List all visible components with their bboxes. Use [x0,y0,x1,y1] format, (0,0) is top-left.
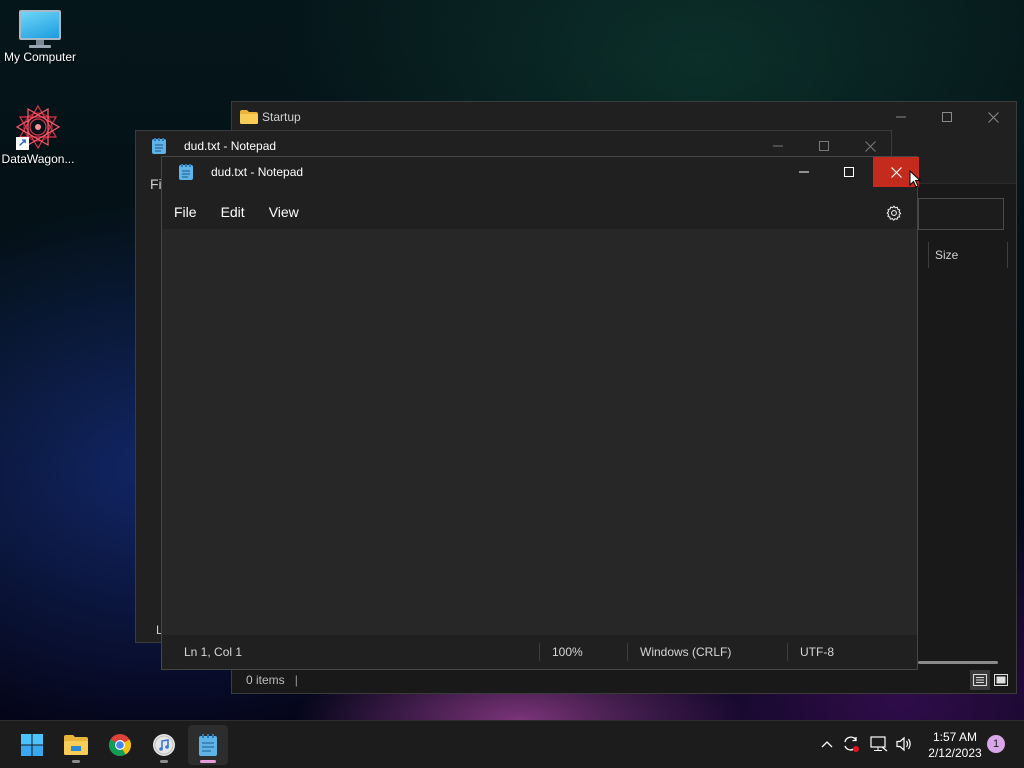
notepad-icon [179,164,193,180]
settings-button[interactable] [884,203,904,223]
minimize-icon [799,171,809,173]
notepad-menubar: File Edit View [162,195,917,229]
text-editor[interactable] [162,229,917,636]
tiles-view-button[interactable] [991,670,1011,690]
maximize-icon [942,112,952,122]
network-tray-button[interactable] [868,733,890,755]
mandala-shortcut-icon: ↗ [15,104,61,150]
column-header-size[interactable]: Size [928,242,1008,268]
taskbar: 1:57 AM 2/12/2023 [0,720,1024,768]
explorer-maximize-button[interactable] [924,102,970,132]
explorer-titlebar[interactable]: Startup [232,102,1016,132]
sync-icon [844,736,859,752]
notepad-icon [199,734,217,756]
clock-date: 2/12/2023 [928,746,982,760]
item-count: 0 items [246,673,285,687]
mouse-cursor-icon [909,169,922,191]
large-icons-view-icon [994,674,1008,686]
clock-time: 1:57 AM [932,730,978,744]
explorer-search-input[interactable] [918,198,1004,230]
menu-file[interactable]: File [162,198,209,226]
clock[interactable]: 1:57 AM 2/12/2023 [918,729,992,761]
taskbar-itunes-button[interactable] [144,725,184,765]
desktop-icon-my-computer[interactable]: My Computer [0,10,80,64]
notepad-maximize-button[interactable] [826,157,872,187]
desktop-icon-label: DataWagon... [1,152,75,166]
details-view-button[interactable] [970,670,990,690]
active-indicator [200,760,216,763]
itunes-icon [153,734,175,756]
sync-tray-button[interactable] [840,733,862,755]
volume-tray-button[interactable] [893,733,915,755]
folder-icon [240,110,258,124]
status-divider [787,643,788,661]
notepad-window[interactable]: dud.txt - Notepad File Edit View Ln 1, C… [161,156,919,670]
line-ending: Windows (CRLF) [640,645,732,659]
explorer-title: Startup [262,110,301,124]
maximize-icon [819,141,829,151]
taskbar-notepad-button[interactable] [188,725,228,765]
taskbar-file-explorer-button[interactable] [56,725,96,765]
taskbar-chrome-button[interactable] [100,725,140,765]
status-separator: | [294,673,298,687]
shortcut-arrow-icon: ↗ [16,137,29,150]
status-divider [627,643,628,661]
desktop-icon-datawagon[interactable]: ↗ DataWagon... [0,104,78,166]
maximize-icon [844,167,854,177]
minimize-icon [773,145,783,147]
gear-icon [886,205,902,221]
zoom-level: 100% [552,645,583,659]
status-divider [539,643,540,661]
chevron-up-icon [821,741,833,748]
horizontal-scrollbar[interactable] [918,661,998,664]
notepad-title: dud.txt - Notepad [211,165,304,179]
close-icon [864,140,876,152]
menu-edit[interactable]: Edit [209,198,257,226]
network-icon [870,736,888,752]
close-icon [987,111,999,123]
file-explorer-icon [64,735,88,755]
explorer-close-button[interactable] [970,102,1016,132]
notepad-icon [152,138,166,154]
speaker-icon [896,736,911,752]
running-indicator [160,760,168,763]
chrome-icon [109,734,131,756]
close-icon [890,166,902,178]
minimize-icon [896,116,906,118]
notepad-back-title: dud.txt - Notepad [184,139,277,153]
monitor-icon [19,10,61,48]
start-icon [21,734,43,756]
notification-badge[interactable]: 1 [987,735,1005,753]
details-view-icon [973,674,987,686]
cursor-position: Ln 1, Col 1 [184,645,243,659]
encoding: UTF-8 [800,645,834,659]
notepad-back-menu-peek: Fi [150,176,162,192]
desktop-icon-label: My Computer [3,50,77,64]
running-indicator [72,760,80,763]
explorer-minimize-button[interactable] [878,102,924,132]
menu-view[interactable]: View [257,198,311,226]
notepad-statusbar: Ln 1, Col 1 100% Windows (CRLF) UTF-8 [162,635,917,669]
start-button[interactable] [12,725,52,765]
notepad-minimize-button[interactable] [781,157,827,187]
show-hidden-icons-button[interactable] [816,733,838,755]
notepad-titlebar[interactable]: dud.txt - Notepad [162,157,919,187]
explorer-statusbar: 0 items | [232,667,1016,693]
